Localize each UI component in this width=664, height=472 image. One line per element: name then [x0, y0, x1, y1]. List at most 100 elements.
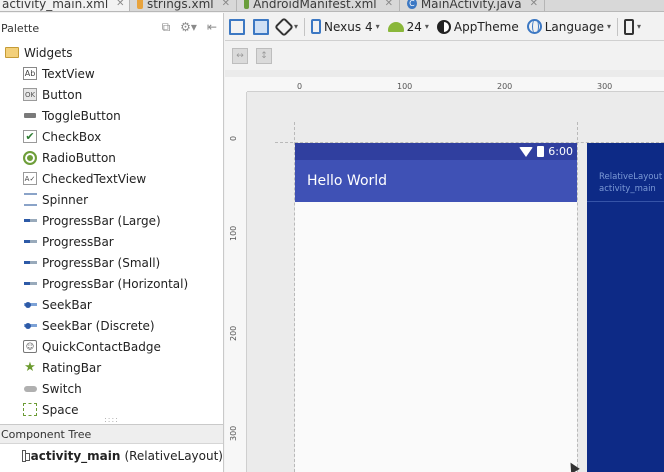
palette-item[interactable]: ☺ QuickContactBadge — [0, 336, 223, 357]
palette-item[interactable]: ToggleButton — [0, 105, 223, 126]
palette-item-label: RadioButton — [42, 150, 116, 165]
collapse-icon[interactable]: ⧉ — [162, 20, 171, 35]
android-icon — [387, 21, 404, 32]
spinner-icon — [23, 193, 37, 206]
close-icon[interactable]: ✕ — [385, 0, 393, 9]
device-frame-button[interactable]: ▾ — [620, 16, 645, 38]
ruler-tick: 100 — [229, 225, 238, 241]
component-tree-header: Component Tree — [0, 424, 223, 444]
relative-layout-icon — [22, 449, 30, 462]
palette-item[interactable]: Ab TextView — [0, 63, 223, 84]
hide-panel-icon[interactable]: ⇤ — [207, 20, 217, 35]
phone-icon — [311, 19, 322, 34]
palette-item[interactable]: A✓ CheckedTextView — [0, 168, 223, 189]
progressbar-icon — [23, 256, 37, 269]
language-label: Language — [544, 19, 604, 34]
folder-icon — [5, 47, 19, 58]
device-preview[interactable]: 6:00 Hello World — [295, 143, 577, 472]
palette-item[interactable]: ★ RatingBar — [0, 357, 223, 378]
palette-group-widgets[interactable]: Widgets — [0, 42, 223, 63]
device-dropdown[interactable]: Nexus 4 ▾ — [307, 16, 384, 38]
gear-icon[interactable]: ⚙▾ — [180, 20, 197, 35]
language-dropdown[interactable]: Language ▾ — [523, 16, 615, 38]
ruler-tick: 200 — [497, 82, 513, 91]
palette-item[interactable]: ProgressBar (Small) — [0, 252, 223, 273]
tab-strings[interactable]: strings.xml ✕ — [131, 0, 237, 11]
theme-label: AppTheme — [453, 19, 519, 34]
status-time: 6:00 — [548, 145, 573, 158]
palette-item[interactable]: ✔ CheckBox — [0, 126, 223, 147]
tab-activity-main[interactable]: activity_main.xml ✕ — [0, 0, 130, 11]
palette-item-label: ProgressBar (Horizontal) — [42, 276, 189, 291]
tab-android-manifest[interactable]: AndroidManifest.xml ✕ — [238, 0, 400, 11]
palette-item[interactable]: ProgressBar (Large) — [0, 210, 223, 231]
palette-item[interactable]: ProgressBar — [0, 231, 223, 252]
design-icon — [229, 18, 245, 35]
blueprint-preview[interactable]: RelativeLayout activity_main — [587, 143, 664, 472]
xml-file-icon — [137, 0, 143, 9]
tab-label: AndroidManifest.xml — [253, 0, 377, 11]
api-label: 24 — [406, 19, 422, 34]
layout-toolbar: ↔ ↕ — [225, 42, 664, 70]
status-bar: 6:00 — [295, 143, 577, 160]
palette-item[interactable]: SeekBar — [0, 294, 223, 315]
palette-item[interactable]: Spinner — [0, 189, 223, 210]
close-icon[interactable]: ✕ — [530, 0, 538, 9]
palette-item[interactable]: ProgressBar (Horizontal) — [0, 273, 223, 294]
orientation-button[interactable]: ▾ — [273, 16, 302, 38]
toggle-button-icon — [23, 109, 37, 122]
globe-icon — [526, 19, 542, 34]
palette-item[interactable]: Switch — [0, 378, 223, 399]
device-icon — [623, 18, 634, 35]
space-icon — [23, 403, 37, 416]
palette-item[interactable]: RadioButton — [0, 147, 223, 168]
quick-contact-badge-icon: ☺ — [23, 340, 37, 353]
tab-label: strings.xml — [146, 0, 214, 11]
palette-tree: Widgets Ab TextView OK Button ToggleButton ✔ C… — [0, 42, 223, 420]
manifest-file-icon — [244, 0, 250, 9]
device-label: Nexus 4 — [324, 19, 373, 34]
guide-line — [577, 122, 578, 472]
palette-item[interactable]: SeekBar (Discrete) — [0, 315, 223, 336]
design-view-button[interactable] — [225, 16, 249, 38]
palette-item-label: Space — [42, 402, 79, 417]
component-id: activity_main — [30, 448, 121, 463]
ruler-tick: 100 — [397, 82, 413, 91]
palette-tools: ⧉ ⚙▾ ⇤ — [162, 20, 217, 35]
ruler-tick: 0 — [297, 82, 303, 91]
blueprint-layout-type: RelativeLayout — [599, 172, 663, 182]
palette-item-label: CheckedTextView — [42, 171, 147, 186]
panel-splitter[interactable]: :::: — [0, 415, 223, 424]
api-level-dropdown[interactable]: 24 ▾ — [384, 16, 433, 38]
palette-item-label: SeekBar — [42, 297, 92, 312]
theme-dropdown[interactable]: AppTheme — [433, 16, 523, 38]
expand-vertical-icon[interactable]: ↕ — [256, 48, 272, 64]
tab-main-activity[interactable]: C MainActivity.java ✕ — [401, 0, 545, 11]
close-icon[interactable]: ✕ — [222, 0, 230, 9]
horizontal-ruler: 0 100 200 300 — [247, 77, 664, 92]
blueprint-layout-id: activity_main — [599, 184, 656, 194]
editor-tab-strip: activity_main.xml ✕ strings.xml ✕ Androi… — [0, 0, 664, 12]
component-tree-root[interactable]: activity_main (RelativeLayout) — [0, 445, 223, 466]
checkbox-icon: ✔ — [23, 130, 37, 143]
ruler-corner — [225, 77, 247, 92]
blueprint-view-button[interactable] — [249, 16, 273, 38]
design-canvas[interactable]: 0 100 200 300 0 100 200 300 6:00 Hello W… — [225, 70, 664, 472]
palette-item[interactable]: OK Button — [0, 84, 223, 105]
ruler-tick: 300 — [597, 82, 613, 91]
wifi-icon — [519, 146, 534, 157]
palette-item-label: CheckBox — [42, 129, 102, 144]
vertical-ruler: 0 100 200 300 — [225, 92, 247, 472]
battery-icon — [537, 146, 545, 157]
expand-horizontal-icon[interactable]: ↔ — [232, 48, 248, 64]
design-toolbar: ▾ Nexus 4 ▾ 24 ▾ AppTheme Language ▾ ▾ — [225, 13, 664, 41]
palette-item-label: SeekBar (Discrete) — [42, 318, 155, 333]
progressbar-icon — [23, 214, 37, 227]
tab-label: MainActivity.java — [420, 0, 522, 11]
palette-item-label: Button — [42, 87, 83, 102]
palette-title: Palette — [1, 21, 40, 35]
blueprint-divider — [587, 201, 664, 202]
blueprint-icon — [253, 18, 269, 35]
theme-icon — [436, 19, 451, 34]
close-icon[interactable]: ✕ — [116, 0, 124, 9]
